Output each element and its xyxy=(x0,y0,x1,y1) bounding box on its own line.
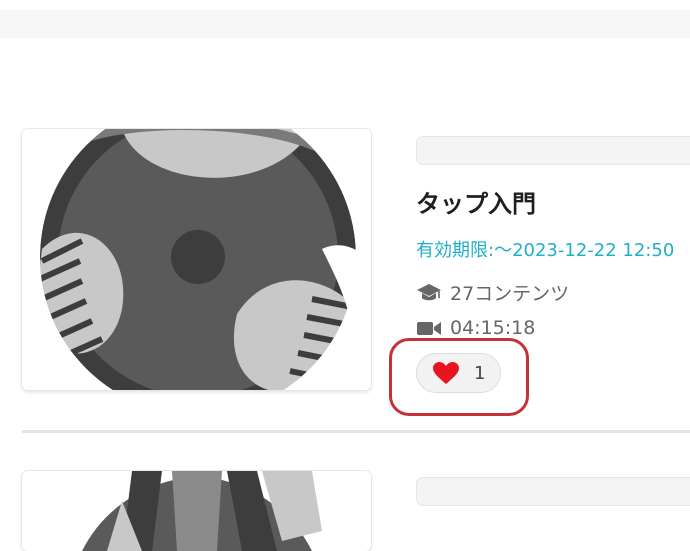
course-thumbnail-image xyxy=(22,471,371,551)
like-count: 1 xyxy=(474,362,486,384)
like-button[interactable]: 1 xyxy=(416,353,501,393)
course-thumbnail[interactable] xyxy=(22,471,371,551)
tag-bar xyxy=(416,136,690,165)
duration-row: 04:15:18 xyxy=(416,317,535,339)
course-thumbnail-image xyxy=(22,129,371,390)
contents-count: 27コンテンツ xyxy=(450,283,570,305)
graduation-cap-icon xyxy=(417,283,441,300)
expiry-date: 有効期限:～2023-12-22 12:50 xyxy=(416,240,675,261)
duration: 04:15:18 xyxy=(450,317,536,339)
top-bar xyxy=(0,10,690,38)
tag-bar xyxy=(416,477,690,506)
contents-count-row: 27コンテンツ xyxy=(416,279,569,306)
course-thumbnail[interactable] xyxy=(22,129,371,390)
course-title[interactable]: タップ入門 xyxy=(416,184,536,219)
heart-icon xyxy=(432,361,460,385)
divider xyxy=(22,430,690,433)
video-camera-icon xyxy=(417,322,441,335)
